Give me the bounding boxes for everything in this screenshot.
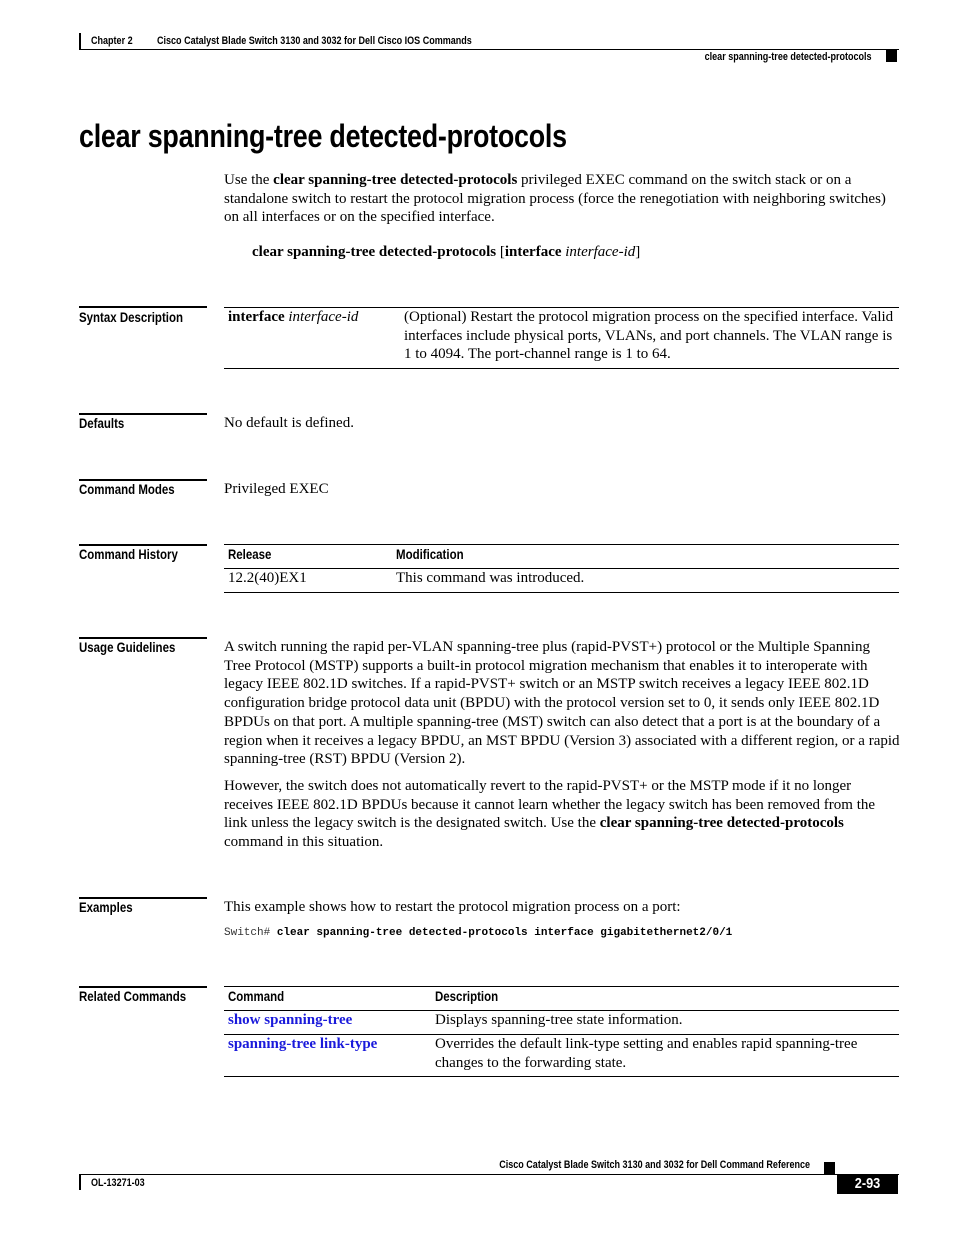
history-table-top-rule [224,544,899,545]
footer-block-top [824,1162,835,1174]
command-modes-text: Privileged EXEC [224,481,329,497]
related-table-top-rule [224,986,899,987]
defaults-text: No default is defined. [224,415,354,431]
footer-page-number-box: 2-93 [837,1174,898,1194]
intro-command: clear spanning-tree detected-protocols [273,172,518,188]
examples-text: This example shows how to restart the pr… [224,899,681,915]
intro-paragraph: Use the clear spanning-tree detected-pro… [224,171,900,227]
related-link-show-spanning-tree[interactable]: show spanning-tree [228,1011,352,1030]
syntax-description-rule [79,306,207,308]
usage-paragraph-1: A switch running the rapid per-VLAN span… [224,639,900,768]
header-chapter: Chapter 2 [91,35,133,47]
history-col-release: Release [228,546,272,562]
examples-label: Examples [79,899,133,915]
related-desc-spanning-tree-link-type: Overrides the default link-type setting … [435,1036,858,1071]
syntax-param-argument: interface-id [288,309,359,325]
intro-prefix: Use the [224,172,274,188]
syntax-param-keyword: interface [228,309,285,325]
history-row-modification: This command was introduced. [396,570,585,586]
syntax-param: interface interface-id [228,308,358,327]
example-command: clear spanning-tree detected-protocols i… [276,927,733,939]
history-col-modification: Modification [396,546,464,562]
history-row-release: 12.2(40)EX1 [228,570,307,586]
related-link-spanning-tree-link-type[interactable]: spanning-tree link-type [228,1035,377,1054]
related-row: spanning-tree link-type Overrides the de… [228,1035,898,1075]
header-running-title: clear spanning-tree detected-protocols [705,51,872,63]
related-col-command: Command [228,988,285,1004]
syntax-command: clear spanning-tree detected-protocols [252,244,497,260]
syntax-close-bracket: ] [635,244,641,260]
usage-paragraph-2: However, the switch does not automatical… [224,777,900,852]
syntax-open-bracket: [ [496,244,505,260]
header-book-section: Cisco Catalyst Blade Switch 3130 and 303… [157,35,472,47]
command-modes-label: Command Modes [79,481,175,497]
command-history-label: Command History [79,546,178,562]
usage-guidelines-label: Usage Guidelines [79,639,176,655]
syntax-param-description: (Optional) Restart the protocol migratio… [404,309,894,363]
page-title: clear spanning-tree detected-protocols [79,118,567,154]
defaults-label: Defaults [79,415,125,431]
usage-p2-suffix: command in this situation. [224,834,384,851]
footer-left-bar [79,1174,81,1190]
related-commands-label: Related Commands [79,988,187,1004]
related-desc-show-spanning-tree: Displays spanning-tree state information… [435,1012,683,1028]
related-row: show spanning-tree Displays spanning-tre… [228,1011,898,1033]
footer-rule [79,1174,899,1175]
related-col-description: Description [435,988,499,1004]
syntax-table-bottom-rule [224,368,899,369]
footer-book-title: Cisco Catalyst Blade Switch 3130 and 303… [499,1159,810,1171]
example-prompt: Switch# [224,927,277,939]
history-table-bottom-rule [224,592,899,593]
footer-doc-number: OL-13271-03 [91,1177,145,1189]
example-code: Switch# clear spanning-tree detected-pro… [224,927,732,939]
usage-p2-command: clear spanning-tree detected-protocols [599,815,844,832]
syntax-description-label: Syntax Description [79,309,183,325]
syntax-keyword: interface [504,244,562,260]
footer-page-number: 2-93 [854,1175,881,1192]
syntax-argument: interface-id [565,244,636,260]
header-right-block [886,50,897,62]
header-left-bar [79,33,81,50]
header-rule [79,49,899,50]
related-table-bottom-rule [224,1076,899,1077]
syntax-line: clear spanning-tree detected-protocols [… [252,243,640,262]
